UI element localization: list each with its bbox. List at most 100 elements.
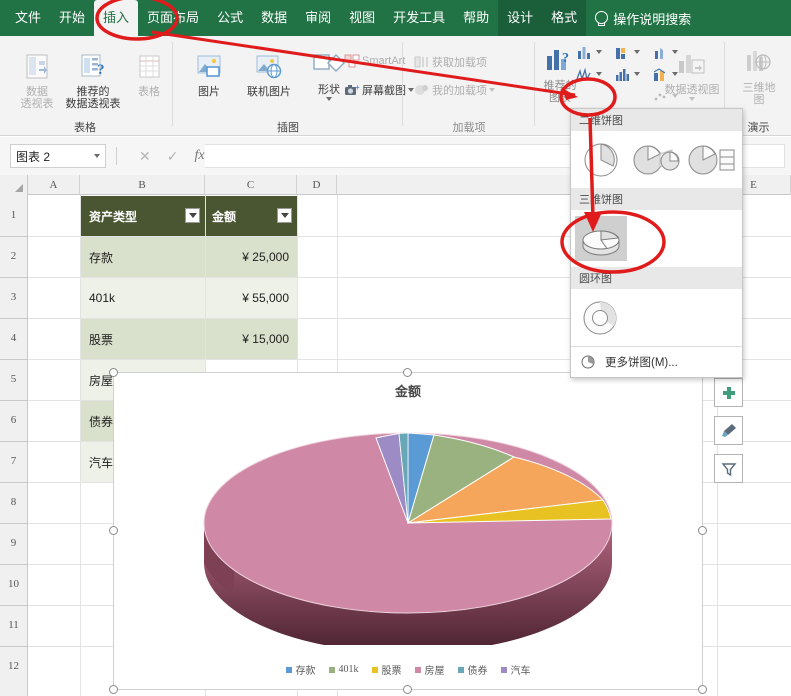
chart-legend: 存款 401k 股票 房屋 债券 汽车 [114, 662, 702, 677]
name-box-caret-icon[interactable] [94, 154, 100, 158]
legend-item-2[interactable]: 股票 [371, 662, 402, 677]
pivot-chart-label: 数据透视图 [664, 84, 720, 96]
row-header-6[interactable]: 6 [0, 400, 28, 441]
row-header-11[interactable]: 11 [0, 605, 28, 646]
cell-C3[interactable]: ¥ 55,000 [206, 278, 297, 318]
get-addins-button[interactable]: 获取加载项 [414, 54, 487, 70]
svg-text:?: ? [562, 51, 569, 66]
pivot-chart-button[interactable]: 数据透视图 [660, 48, 724, 101]
my-addins-caret-icon[interactable] [489, 88, 495, 92]
column-header-D[interactable]: D [297, 175, 337, 195]
legend-item-5[interactable]: 汽车 [500, 662, 531, 677]
name-box[interactable]: 图表 2 [10, 144, 106, 168]
row-header-8[interactable]: 8 [0, 482, 28, 523]
cell-C4[interactable]: ¥ 15,000 [206, 319, 297, 359]
tab-page-layout[interactable]: 页面布局 [138, 0, 208, 36]
legend-item-0[interactable]: 存款 [285, 662, 316, 677]
column-chart-button[interactable] [576, 42, 602, 62]
column-chart-caret-icon[interactable] [596, 50, 602, 54]
chart-styles-button[interactable] [714, 416, 743, 445]
cell-B2[interactable]: 存款 [81, 237, 205, 277]
chart-filters-button[interactable] [714, 454, 743, 483]
tab-formulas[interactable]: 公式 [208, 0, 252, 36]
gallery-item-doughnut[interactable] [575, 295, 627, 340]
row-header-5[interactable]: 5 [0, 359, 28, 400]
my-addins-button[interactable]: 我的加载项 [414, 82, 495, 98]
chart-elements-button[interactable] [714, 378, 743, 407]
table-button[interactable]: 表格 [118, 50, 180, 98]
shapes-caret-icon[interactable] [326, 97, 332, 101]
bar-chart-caret-icon[interactable] [634, 72, 640, 76]
tab-insert[interactable]: 插入 [94, 0, 139, 36]
column-header-C[interactable]: C [205, 175, 297, 195]
cell-B4[interactable]: 股票 [81, 319, 205, 359]
row-header-2[interactable]: 2 [0, 236, 28, 277]
pie-of-pie-icon [633, 144, 679, 174]
cancel-formula-icon[interactable]: ✕ [139, 148, 151, 165]
tab-review[interactable]: 审阅 [296, 0, 340, 36]
column-header-B[interactable]: B [80, 175, 205, 195]
gallery-item-pie-3d[interactable] [575, 216, 627, 261]
tab-developer[interactable]: 开发工具 [384, 0, 454, 36]
legend-label-5: 汽车 [510, 666, 531, 677]
gallery-item-bar-of-pie[interactable] [686, 137, 738, 182]
ribbon-tab-bar: 文件 开始 插入 页面布局 公式 数据 审阅 视图 开发工具 帮助 设计 格式 … [0, 0, 791, 36]
tab-data[interactable]: 数据 [252, 0, 296, 36]
row-header-12[interactable]: 12 [0, 646, 28, 696]
chart-handle-w[interactable] [109, 526, 118, 535]
pivot-chart-caret-icon[interactable] [689, 97, 695, 101]
bar-chart-button[interactable] [614, 64, 640, 84]
gallery-item-pie-2d[interactable] [575, 137, 627, 182]
statistic-chart-caret-icon[interactable] [596, 72, 602, 76]
statistic-chart-button[interactable] [576, 64, 602, 84]
picture-label: 图片 [198, 86, 220, 98]
legend-item-1[interactable]: 401k [328, 662, 359, 677]
confirm-formula-icon[interactable]: ✓ [167, 148, 179, 165]
pie-chart-gallery-dropdown[interactable]: 二维饼图 三维饼图 圆环图 更多饼图(M)... [570, 108, 743, 378]
name-box-value: 图表 2 [16, 149, 51, 164]
legend-item-3[interactable]: 房屋 [414, 662, 445, 677]
row-header-7[interactable]: 7 [0, 441, 28, 482]
picture-button[interactable]: 图片 [178, 50, 240, 98]
row-header-3[interactable]: 3 [0, 277, 28, 318]
line-chart-button[interactable] [614, 42, 640, 62]
filter-button-amount[interactable] [277, 208, 292, 223]
legend-swatch-1 [328, 666, 335, 673]
gallery-item-pie-of-pie[interactable] [631, 137, 683, 182]
chart-handle-n[interactable] [403, 368, 412, 377]
filter-button-type[interactable] [185, 208, 200, 223]
line-chart-caret-icon[interactable] [634, 50, 640, 54]
row-header-4[interactable]: 4 [0, 318, 28, 359]
tab-design[interactable]: 设计 [498, 0, 543, 36]
gallery-more-pie-charts[interactable]: 更多饼图(M)... [571, 346, 742, 377]
plus-icon [722, 386, 735, 399]
chart-handle-se[interactable] [698, 685, 707, 694]
tab-view[interactable]: 视图 [340, 0, 384, 36]
screenshot-button[interactable]: + 屏幕截图 [344, 82, 414, 98]
pivot-table-button[interactable]: 数据 透视表 [6, 50, 68, 110]
chart-handle-sw[interactable] [109, 685, 118, 694]
recommended-pivot-button[interactable]: ? 推荐的 数据透视表 [62, 50, 124, 110]
legend-item-4[interactable]: 债券 [457, 662, 488, 677]
online-picture-button[interactable]: 联机图片 [238, 50, 300, 98]
chart-handle-e[interactable] [698, 526, 707, 535]
3d-map-button[interactable]: 三维地 图 [728, 46, 790, 106]
tab-home[interactable]: 开始 [50, 0, 94, 36]
chart-handle-s[interactable] [403, 685, 412, 694]
cell-B3[interactable]: 401k [81, 278, 205, 318]
row-header-9[interactable]: 9 [0, 523, 28, 564]
smartart-button[interactable]: SmartArt [344, 54, 405, 68]
3d-map-label: 三维地 图 [742, 82, 776, 106]
tab-format[interactable]: 格式 [542, 0, 587, 36]
chart-object[interactable]: 金额 存款 401k 股票 房屋 债券 汽车 [113, 372, 703, 690]
tab-help[interactable]: 帮助 [454, 0, 498, 36]
select-all-corner[interactable] [0, 175, 28, 195]
chart-handle-nw[interactable] [109, 368, 118, 377]
column-header-A[interactable]: A [28, 175, 80, 195]
tell-me-box[interactable]: 操作说明搜索 [594, 9, 691, 28]
row-header-1[interactable]: 1 [0, 195, 28, 236]
tab-file[interactable]: 文件 [6, 0, 50, 36]
row-header-10[interactable]: 10 [0, 564, 28, 605]
insert-function-icon[interactable]: fx [194, 148, 204, 164]
cell-C2[interactable]: ¥ 25,000 [206, 237, 297, 277]
